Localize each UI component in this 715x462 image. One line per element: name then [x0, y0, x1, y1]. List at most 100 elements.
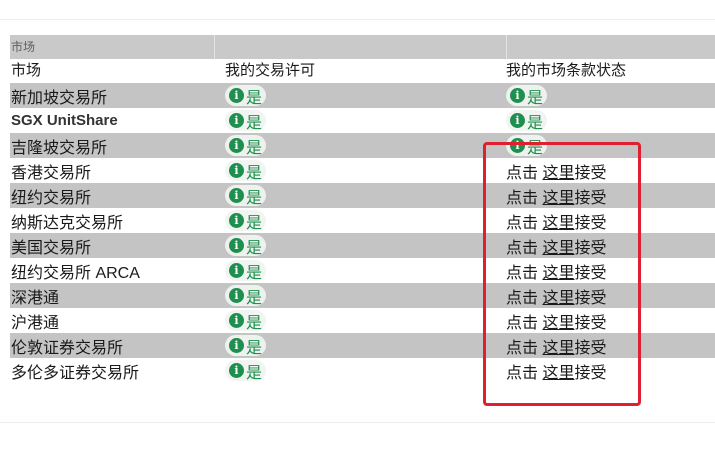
table-row: 多伦多证券交易所 i 是 点击 这里接受: [10, 358, 715, 383]
table-row: 纳斯达克交易所 i 是 点击 这里接受: [10, 208, 715, 233]
market-name: 沪港通: [11, 314, 60, 332]
accept-terms-link[interactable]: 这里: [542, 265, 574, 282]
trading-permission-cell: i是: [214, 310, 506, 332]
table-row: 美国交易所 i 是 点击 这里接受: [10, 233, 715, 258]
permission-badge[interactable]: i是: [225, 85, 267, 107]
info-circle-icon[interactable]: i: [229, 238, 244, 253]
accept-terms-link[interactable]: 这里: [542, 190, 574, 207]
permission-badge[interactable]: i是: [225, 235, 267, 257]
accept-suffix: 接受: [574, 189, 607, 207]
table-row: 深港通 i 是 点击 这里接受: [10, 283, 715, 308]
accept-prefix: 点击: [506, 289, 539, 307]
info-circle-icon[interactable]: i: [229, 163, 244, 178]
info-circle-icon[interactable]: i: [229, 263, 244, 278]
accept-terms-text: 点击 这里接受: [506, 315, 607, 332]
info-circle-icon[interactable]: i: [229, 138, 244, 153]
status-badge[interactable]: i是: [506, 135, 548, 157]
accept-suffix: 接受: [574, 289, 607, 307]
accept-prefix: 点击: [506, 189, 539, 207]
accept-terms-link[interactable]: 这里: [542, 215, 574, 232]
accept-terms-text: 点击 这里接受: [506, 340, 607, 357]
permission-badge[interactable]: i是: [225, 335, 267, 357]
table-row: 纽约交易所 ARCA i 是 点击 这里接受: [10, 258, 715, 283]
column-header-market: 市场: [11, 62, 42, 79]
table-row: SGX UnitShare i 是 i 是: [10, 108, 715, 133]
permission-badge[interactable]: i是: [225, 185, 267, 207]
accept-terms-link[interactable]: 这里: [542, 165, 574, 182]
permission-badge[interactable]: i是: [225, 310, 267, 332]
permission-value: 是: [246, 314, 263, 332]
permission-value: 是: [246, 264, 263, 282]
accept-terms-link[interactable]: 这里: [542, 365, 574, 382]
accept-terms-text: 点击 这里接受: [506, 365, 607, 382]
accept-terms-link[interactable]: 这里: [542, 240, 574, 257]
accept-prefix: 点击: [506, 164, 539, 182]
group-header-label: 市场: [11, 40, 36, 54]
table-group-header: 市场: [10, 35, 715, 59]
info-circle-icon[interactable]: i: [229, 288, 244, 303]
accept-terms-text: 点击 这里接受: [506, 290, 607, 307]
terms-status-cell: 点击 这里接受: [506, 234, 715, 258]
terms-status-cell: 点击 这里接受: [506, 309, 715, 333]
market-permissions-table: 市场 市场 我的交易许可 我的市场条款状态 新加坡交易所 i 是 i 是 SGX Unit…: [10, 35, 715, 383]
permission-badge[interactable]: i是: [225, 285, 267, 307]
permission-value: 是: [246, 239, 263, 257]
info-circle-icon[interactable]: i: [510, 113, 525, 128]
permission-value: 是: [246, 89, 263, 107]
accept-suffix: 接受: [574, 364, 607, 382]
accept-terms-text: 点击 这里接受: [506, 240, 607, 257]
permission-badge[interactable]: i是: [225, 260, 267, 282]
terms-status-cell: 点击 这里接受: [506, 284, 715, 308]
column-header-trading-permission: 我的交易许可: [225, 62, 316, 79]
status-badge[interactable]: i是: [506, 110, 548, 132]
terms-status-cell: 点击 这里接受: [506, 359, 715, 383]
info-circle-icon[interactable]: i: [229, 313, 244, 328]
accept-suffix: 接受: [574, 239, 607, 257]
table-body: 新加坡交易所 i 是 i 是 SGX UnitShare i 是 i 是吉隆坡交易所 i 是 i 是香港交…: [10, 83, 715, 383]
table-row: 香港交易所 i 是 点击 这里接受: [10, 158, 715, 183]
terms-status-cell: 点击 这里接受: [506, 334, 715, 358]
permission-badge[interactable]: i是: [225, 360, 267, 382]
accept-terms-text: 点击 这里接受: [506, 165, 607, 182]
table-row: 新加坡交易所 i 是 i 是: [10, 83, 715, 108]
permission-value: 是: [246, 339, 263, 357]
info-circle-icon[interactable]: i: [229, 213, 244, 228]
terms-status-cell: 点击 这里接受: [506, 209, 715, 233]
accept-suffix: 接受: [574, 164, 607, 182]
trading-permission-cell: i是: [214, 185, 506, 207]
info-circle-icon[interactable]: i: [229, 338, 244, 353]
trading-permission-cell: i是: [214, 110, 506, 132]
info-circle-icon[interactable]: i: [510, 88, 525, 103]
info-circle-icon[interactable]: i: [229, 363, 244, 378]
accept-prefix: 点击: [506, 339, 539, 357]
market-name: 吉隆坡交易所: [11, 139, 108, 157]
permission-badge[interactable]: i是: [225, 210, 267, 232]
market-name: 深港通: [11, 289, 60, 307]
accept-suffix: 接受: [574, 214, 607, 232]
market-name: 纽约交易所: [11, 189, 92, 207]
trading-permission-cell: i是: [214, 85, 506, 107]
info-circle-icon[interactable]: i: [229, 113, 244, 128]
market-name: 纽约交易所 ARCA: [11, 264, 140, 282]
info-circle-icon[interactable]: i: [229, 88, 244, 103]
trading-permission-cell: i是: [214, 235, 506, 257]
market-name: 美国交易所: [11, 239, 92, 257]
accept-terms-text: 点击 这里接受: [506, 265, 607, 282]
info-circle-icon[interactable]: i: [510, 138, 525, 153]
market-name: 多伦多证券交易所: [11, 364, 140, 382]
status-value: 是: [527, 139, 544, 157]
accept-terms-text: 点击 这里接受: [506, 190, 607, 207]
permission-badge[interactable]: i是: [225, 160, 267, 182]
accept-terms-link[interactable]: 这里: [542, 315, 574, 332]
permission-badge[interactable]: i是: [225, 110, 267, 132]
trading-permission-cell: i是: [214, 160, 506, 182]
accept-terms-link[interactable]: 这里: [542, 290, 574, 307]
trading-permission-cell: i是: [214, 285, 506, 307]
permission-badge[interactable]: i是: [225, 135, 267, 157]
status-badge[interactable]: i是: [506, 85, 548, 107]
info-circle-icon[interactable]: i: [229, 188, 244, 203]
accept-terms-link[interactable]: 这里: [542, 340, 574, 357]
trading-permission-cell: i是: [214, 360, 506, 382]
accept-prefix: 点击: [506, 239, 539, 257]
table-column-header: 市场 我的交易许可 我的市场条款状态: [10, 59, 715, 83]
